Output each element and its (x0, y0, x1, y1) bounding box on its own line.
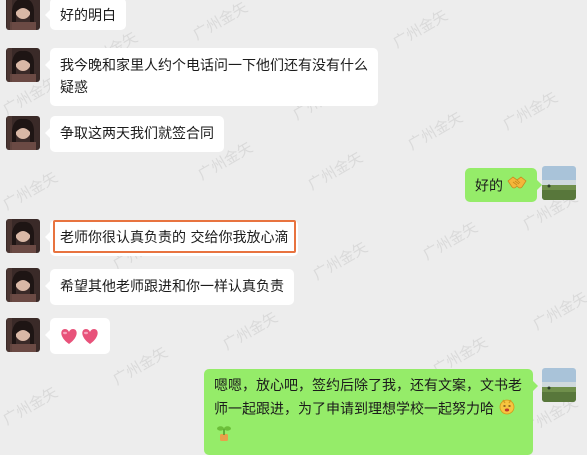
message-text: 我今晚和家里人约个电话问一下他们还有没有什么 (60, 58, 368, 74)
message-bubble[interactable]: 好的明白 (45, 0, 126, 30)
message-bubble[interactable] (45, 318, 110, 354)
message-text: 希望其他老师跟进和你一样认真负责 (60, 279, 284, 295)
watermark: 广州金矢 (304, 148, 366, 194)
watermark: 广州金矢 (499, 88, 561, 134)
watermark: 广州金矢 (0, 383, 61, 429)
watermark: 广州金矢 (389, 6, 451, 52)
message-text: 师一起跟进，为了申请到理想学校一起努力哈 (214, 401, 494, 418)
message-text: 争取这两天我们就签合同 (60, 126, 214, 142)
watermark: 广州金矢 (404, 108, 466, 154)
avatar[interactable] (6, 318, 40, 352)
watermark: 广州金矢 (189, 0, 251, 44)
avatar[interactable] (6, 0, 40, 30)
message-bubble[interactable]: 嗯嗯，放心吧，签约后除了我，还有文案，文书老 师一起跟进，为了申请到理想学校一起… (204, 369, 538, 455)
watermark: 广州金矢 (419, 218, 481, 264)
message-text: 疑惑 (60, 80, 88, 96)
message-text: 好的 (475, 178, 503, 195)
watermark: 广州金矢 (0, 168, 61, 214)
watermark: 广州金矢 (309, 238, 371, 284)
avatar[interactable] (6, 48, 40, 82)
avatar[interactable] (6, 219, 40, 253)
watermark: 广州金矢 (219, 308, 281, 354)
two-hearts-emoji (59, 326, 101, 353)
highlight-frame (53, 220, 296, 253)
watermark: 广州金矢 (109, 343, 171, 389)
avatar[interactable] (6, 268, 40, 302)
message-text: 好的明白 (60, 8, 116, 24)
cheering-face-emoji (498, 397, 516, 422)
watermark: 广州金矢 (529, 288, 587, 334)
message-bubble[interactable]: 争取这两天我们就签合同 (45, 116, 224, 152)
avatar[interactable] (6, 116, 40, 150)
message-text: 嗯嗯，放心吧，签约后除了我，还有文案，文书老 (214, 378, 522, 394)
self-avatar[interactable] (542, 368, 576, 402)
handshake-emoji (507, 174, 527, 199)
message-bubble[interactable]: 我今晚和家里人约个电话问一下他们还有没有什么 疑惑 (45, 48, 378, 106)
message-bubble[interactable]: 希望其他老师跟进和你一样认真负责 (45, 269, 294, 305)
message-bubble[interactable]: 好的 (465, 168, 543, 202)
self-avatar[interactable] (542, 166, 576, 200)
